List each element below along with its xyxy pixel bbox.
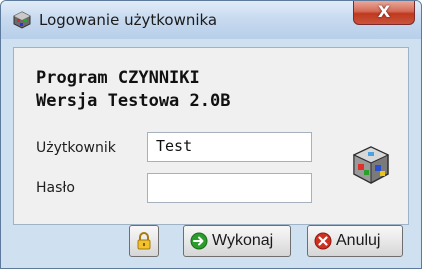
password-input[interactable]: [147, 173, 312, 203]
user-label: Użytkownik: [36, 140, 116, 156]
close-icon: X: [377, 2, 391, 21]
user-input[interactable]: Test: [147, 132, 312, 162]
padlock-icon: [137, 232, 151, 250]
green-arrow-icon: [190, 232, 208, 250]
window-title: Logowanie użytkownika: [39, 11, 218, 29]
login-dialog: Logowanie użytkownika X Program CZYNNIKI…: [0, 0, 422, 269]
red-x-icon: [314, 232, 332, 250]
app-cube-icon: [13, 11, 31, 29]
login-panel: Program CZYNNIKI Wersja Testowa 2.0B Uży…: [13, 47, 409, 225]
program-version: Wersja Testowa 2.0B: [36, 91, 231, 111]
button-bar: Wykonaj Anuluj: [1, 225, 421, 268]
program-name: Program CZYNNIKI: [36, 68, 200, 88]
program-cube-icon: [352, 146, 390, 184]
cancel-button[interactable]: Anuluj: [307, 225, 403, 257]
ok-button[interactable]: Wykonaj: [183, 225, 291, 257]
cancel-button-label: Anuluj: [336, 232, 381, 249]
close-button[interactable]: X: [353, 1, 415, 25]
ok-button-label: Wykonaj: [212, 232, 274, 249]
password-label: Hasło: [36, 180, 75, 196]
lock-button[interactable]: [129, 225, 159, 257]
title-bar[interactable]: Logowanie użytkownika X: [1, 1, 421, 39]
